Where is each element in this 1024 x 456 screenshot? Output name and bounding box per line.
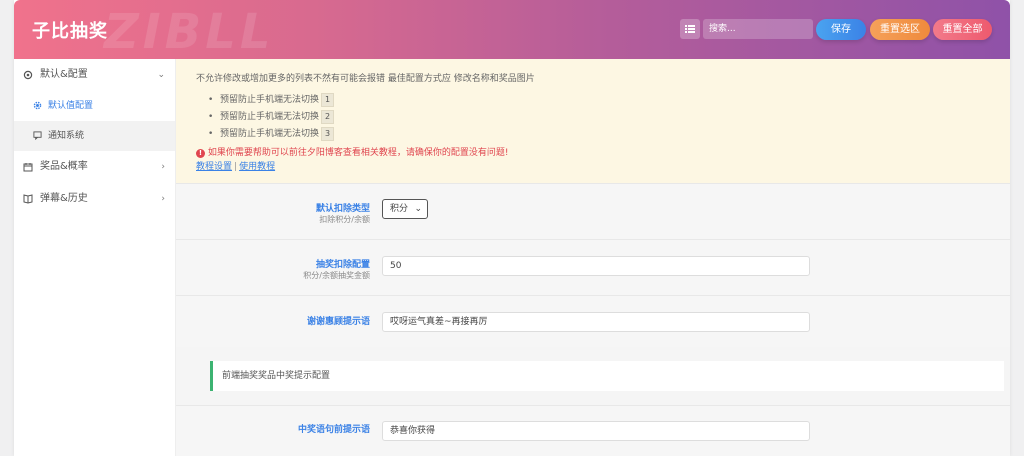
notice-links: 教程设置 | 使用教程 <box>196 162 276 172</box>
book-icon <box>23 194 33 204</box>
sidebar-item-label: 弹幕&历史 <box>40 193 88 204</box>
gear-icon <box>33 101 42 110</box>
list-item: 预留防止手机端无法切换1 <box>208 92 1010 109</box>
warning-text: ! 如果你需要帮助可以前往夕阳博客查看相关教程，请确保你的配置没有问题! <box>196 145 1010 158</box>
calendar-icon <box>23 163 33 172</box>
field-deduct-type: 默认扣除类型 扣除积分/余额 积分 ⌄ <box>176 183 1010 239</box>
thanks-tip-input[interactable]: 哎呀运气真差~再接再厉 <box>382 312 810 332</box>
chevron-down-icon: ⌄ <box>157 70 165 80</box>
chevron-right-icon: › <box>161 162 165 172</box>
sidebar-subitem-notification[interactable]: 通知系统 <box>14 121 175 151</box>
field-label: 抽奖扣除配置 <box>315 260 370 270</box>
notice-panel: 不允许修改或增加更多的列表不然有可能会报错 最佳配置方式应 修改名称和奖品图片 … <box>176 59 1010 183</box>
field-deduct-config: 抽奖扣除配置 积分/余额抽奖金额 50 <box>176 239 1010 295</box>
brand-title: 子比抽奖 <box>32 21 108 42</box>
sidebar-item-label: 奖品&概率 <box>40 161 88 172</box>
field-sublabel: 扣除积分/余额 <box>319 215 370 224</box>
search-input[interactable]: 搜索... <box>703 19 813 39</box>
chevron-right-icon: › <box>161 194 165 204</box>
sidebar-subitem-label: 通知系统 <box>48 131 85 141</box>
sidebar-subitem-label: 默认值配置 <box>48 101 94 111</box>
list-toggle-button[interactable] <box>680 19 700 39</box>
sidebar-item-defaults[interactable]: 默认&配置 ⌄ <box>14 59 175 91</box>
field-label: 谢谢惠顾提示语 <box>306 317 370 327</box>
list-item: 预留防止手机端无法切换3 <box>208 126 1010 143</box>
field-thanks-tip: 谢谢惠顾提示语 哎呀运气真差~再接再厉 <box>176 295 1010 347</box>
win-prefix-input[interactable]: 恭喜你获得 <box>382 421 810 441</box>
app-window: ZIBLL 子比抽奖 搜索... 保存 重置选区 重置全部 默认&配置 ⌄ 默认… <box>14 0 1010 456</box>
usage-tutorial-link[interactable]: 使用教程 <box>239 162 275 172</box>
sidebar: 默认&配置 ⌄ 默认值配置 通知系统 奖品&概率 › 弹幕&历史 › <box>14 59 176 456</box>
save-button[interactable]: 保存 <box>816 19 866 40</box>
notice-text: 不允许修改或增加更多的列表不然有可能会报错 最佳配置方式应 修改名称和奖品图片 <box>196 74 535 84</box>
tutorial-settings-link[interactable]: 教程设置 <box>196 162 232 172</box>
list-item: 预留防止手机端无法切换2 <box>208 109 1010 126</box>
section-title: 前端抽奖奖品中奖提示配置 <box>210 361 1004 391</box>
deduct-type-select[interactable]: 积分 ⌄ <box>382 199 428 219</box>
reset-all-button[interactable]: 重置全部 <box>933 19 992 40</box>
field-label: 中奖语句前提示语 <box>297 425 370 435</box>
field-win-prefix: 中奖语句前提示语 恭喜你获得 <box>176 405 1010 456</box>
message-icon <box>33 131 42 140</box>
field-sublabel: 积分/余额抽奖金额 <box>303 271 370 280</box>
field-label: 默认扣除类型 <box>315 204 370 214</box>
sidebar-item-barrage[interactable]: 弹幕&历史 › <box>14 183 175 215</box>
deduct-amount-input[interactable]: 50 <box>382 256 810 276</box>
sidebar-subitem-default-config[interactable]: 默认值配置 <box>14 91 175 121</box>
sidebar-item-label: 默认&配置 <box>40 69 88 80</box>
main-content: 不允许修改或增加更多的列表不然有可能会报错 最佳配置方式应 修改名称和奖品图片 … <box>176 59 1010 456</box>
brand-watermark: ZIBLL <box>104 4 275 60</box>
header-bar: ZIBLL 子比抽奖 搜索... 保存 重置选区 重置全部 <box>14 0 1010 60</box>
reset-section-button[interactable]: 重置选区 <box>870 19 930 40</box>
sidebar-item-prizes[interactable]: 奖品&概率 › <box>14 151 175 183</box>
chevron-down-icon: ⌄ <box>414 204 422 214</box>
notice-list: 预留防止手机端无法切换1 预留防止手机端无法切换2 预留防止手机端无法切换3 <box>208 92 1010 143</box>
gear-icon <box>23 70 33 80</box>
alert-icon: ! <box>196 149 205 158</box>
list-icon <box>685 25 695 33</box>
